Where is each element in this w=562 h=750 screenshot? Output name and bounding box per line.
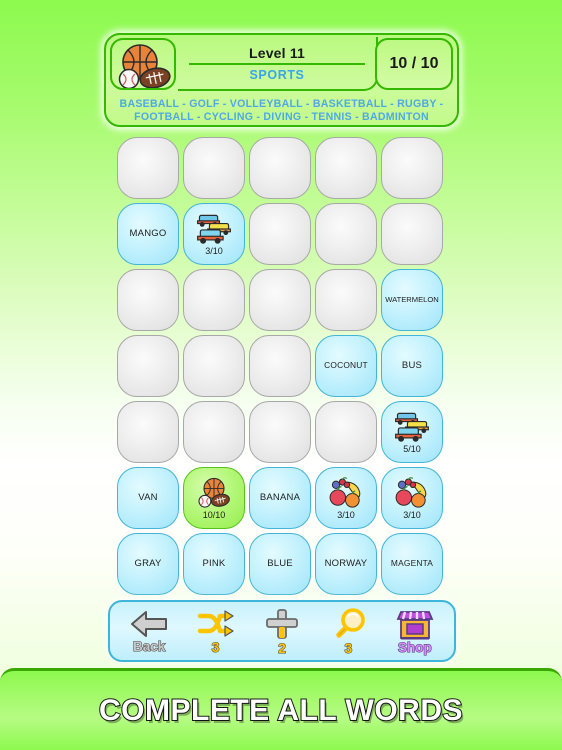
grid-cell-empty [315, 203, 377, 265]
grid-cell-word[interactable]: MAGENTA [381, 533, 443, 595]
grid-cell-label: COCONUT [324, 360, 368, 371]
cars-icon [395, 412, 429, 442]
magnifier-icon [336, 607, 366, 638]
shop-label: Shop [397, 639, 432, 655]
grid-cell-label: MAGENTA [390, 558, 434, 569]
grid-cell-empty [249, 335, 311, 397]
grid-cell-empty [183, 269, 245, 331]
banner-text: COMPLETE ALL WORDS [98, 693, 464, 728]
grid-cell-empty [117, 269, 179, 331]
grid-cell-empty [381, 137, 443, 199]
bottom-banner: COMPLETE ALL WORDS [0, 668, 562, 750]
grid-cell-label: BLUE [267, 557, 293, 569]
add-letter-count: 2 [278, 639, 287, 656]
grid-cell-word[interactable]: 3/10 [183, 203, 245, 265]
word-list: BASEBALL - GOLF - VOLLEYBALL - BASKETBAL… [106, 91, 457, 129]
grid-cell-word[interactable]: 3/10 [315, 467, 377, 529]
shuffle-count: 3 [211, 638, 220, 655]
score-text: 10 / 10 [389, 55, 439, 72]
grid-cell-progress: 10/10 [202, 510, 226, 520]
grid-cell-empty [381, 203, 443, 265]
grid-cell-empty [117, 401, 179, 463]
word-list-line-1: BASEBALL - GOLF - VOLLEYBALL - BASKETBAL… [119, 97, 444, 110]
grid-cell-word[interactable]: MANGO [117, 203, 179, 265]
header-top-row: Level 11 SPORTS 10 / 10 [106, 35, 457, 91]
sports-balls-icon [110, 38, 176, 90]
fruits-icon [395, 477, 427, 508]
grid-cell-empty [249, 269, 311, 331]
grid-cell-word[interactable]: NORWAY [315, 533, 377, 595]
word-list-line-2: FOOTBALL - CYCLING - DIVING - TENNIS - B… [134, 110, 429, 123]
grid-cell-word[interactable]: PINK [183, 533, 245, 595]
level-header-panel: Level 11 SPORTS 10 / 10 BASEBALL - GOLF … [104, 33, 459, 127]
grid-cell-label: VAN [138, 491, 158, 503]
cars-icon [197, 214, 231, 244]
grid-cell-progress: 3/10 [205, 246, 223, 256]
grid-cell-label: MANGO [129, 227, 167, 239]
back-button[interactable]: Back [118, 603, 180, 659]
grid-cell-empty [315, 269, 377, 331]
grid-cell-word[interactable]: COCONUT [315, 335, 377, 397]
hint-count: 3 [344, 639, 353, 656]
score-box: 10 / 10 [375, 38, 453, 90]
sports-balls-icon [198, 477, 230, 508]
game-screen: Level 11 SPORTS 10 / 10 BASEBALL - GOLF … [0, 0, 562, 750]
grid-cell-progress: 5/10 [403, 444, 421, 454]
grid-cell-word[interactable]: VAN [117, 467, 179, 529]
shop-button[interactable]: Shop [384, 603, 446, 659]
level-info-block: Level 11 SPORTS [178, 37, 378, 91]
grid-cell-empty [315, 401, 377, 463]
grid-cell-word[interactable]: GRAY [117, 533, 179, 595]
grid-cell-label: NORWAY [324, 557, 368, 569]
word-grid: MANGO 3/10 WATERMELON COCONUT BUS 5/10 VAN 10/1… [117, 137, 447, 595]
grid-cell-empty [249, 401, 311, 463]
category-label: SPORTS [249, 67, 305, 82]
grid-cell-empty [183, 335, 245, 397]
grid-cell-progress: 3/10 [403, 510, 421, 520]
grid-cell-label: BUS [401, 359, 423, 371]
shuffle-button[interactable]: 3 [185, 603, 247, 659]
grid-cell-empty [249, 137, 311, 199]
grid-cell-word[interactable]: BUS [381, 335, 443, 397]
grid-cell-label: WATERMELON [385, 294, 439, 304]
grid-cell-label: GRAY [134, 557, 162, 569]
grid-cell-empty [315, 137, 377, 199]
grid-cell-word[interactable]: 3/10 [381, 467, 443, 529]
grid-cell-progress: 3/10 [337, 510, 355, 520]
grid-cell-empty [117, 335, 179, 397]
grid-cell-word[interactable]: WATERMELON [381, 269, 443, 331]
grid-cell-label: BANANA [259, 491, 301, 503]
grid-cell-word[interactable]: 5/10 [381, 401, 443, 463]
grid-cell-empty [117, 137, 179, 199]
add-letter-button[interactable]: 2 [251, 603, 313, 659]
hint-button[interactable]: 3 [317, 603, 379, 659]
plus-icon [266, 608, 298, 639]
shop-icon [396, 610, 434, 640]
back-arrow-icon [131, 610, 168, 637]
shuffle-icon [197, 609, 234, 637]
back-label: Back [132, 638, 166, 654]
grid-cell-empty [249, 203, 311, 265]
grid-cell-completed[interactable]: 10/10 [183, 467, 245, 529]
action-toolbar: Back 3 2 3 Shop [108, 600, 456, 662]
grid-cell-word[interactable]: BLUE [249, 533, 311, 595]
grid-cell-label: PINK [202, 557, 226, 569]
level-divider [189, 62, 365, 65]
grid-cell-word[interactable]: BANANA [249, 467, 311, 529]
grid-cell-empty [183, 137, 245, 199]
grid-cell-empty [183, 401, 245, 463]
fruits-icon [329, 477, 361, 508]
level-title: Level 11 [248, 44, 306, 61]
